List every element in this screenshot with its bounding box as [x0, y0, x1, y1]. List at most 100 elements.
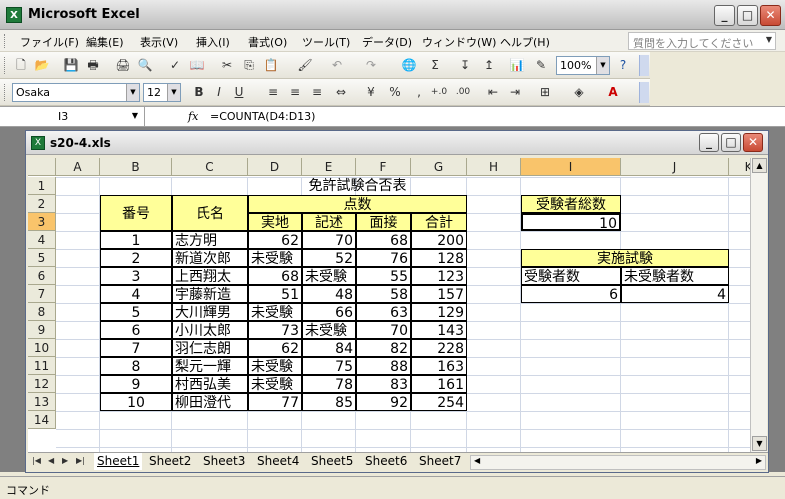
permission-icon[interactable]: 🖶	[84, 56, 102, 74]
scroll-up-icon[interactable]: ▲	[752, 158, 767, 173]
autosum-icon[interactable]: Σ	[426, 56, 444, 74]
cell-b12[interactable]: 9	[100, 375, 172, 393]
decrease-indent-icon[interactable]: ⇤	[484, 83, 502, 101]
cell-g12[interactable]: 161	[411, 375, 467, 393]
cell-c13[interactable]: 柳田澄代	[172, 393, 248, 411]
toolbar-options[interactable]	[639, 82, 649, 103]
hyperlink-icon[interactable]: 🌐	[400, 56, 418, 74]
column-header-j[interactable]: J	[621, 158, 729, 176]
increase-indent-icon[interactable]: ⇥	[506, 83, 524, 101]
exam-not-label[interactable]: 未受験者数	[621, 267, 729, 285]
cell-c7[interactable]: 宇藤新造	[172, 285, 248, 303]
cell-b11[interactable]: 8	[100, 357, 172, 375]
scroll-down-icon[interactable]: ▼	[752, 436, 767, 451]
cell-e8[interactable]: 66	[302, 303, 356, 321]
total-value[interactable]: 10	[521, 213, 621, 232]
cell-d9[interactable]: 73	[248, 321, 302, 339]
column-header-d[interactable]: D	[248, 158, 302, 176]
cell-f11[interactable]: 88	[356, 357, 411, 375]
formula-input[interactable]: =COUNTA(D4:D13)	[210, 110, 315, 123]
cell-e6[interactable]: 未受験	[302, 267, 356, 285]
header-f[interactable]: 面接	[356, 213, 411, 231]
help-icon[interactable]: ?	[614, 56, 632, 74]
cell-c9[interactable]: 小川太郎	[172, 321, 248, 339]
cell-e11[interactable]: 75	[302, 357, 356, 375]
cell-b5[interactable]: 2	[100, 249, 172, 267]
cell-e10[interactable]: 84	[302, 339, 356, 357]
column-header-h[interactable]: H	[467, 158, 521, 176]
decrease-decimal-icon[interactable]: .00	[454, 83, 472, 101]
toolbar-grip[interactable]	[4, 57, 7, 74]
save-icon[interactable]: 💾	[62, 56, 80, 74]
cell-e12[interactable]: 78	[302, 375, 356, 393]
row-header-4[interactable]: 4	[28, 231, 56, 249]
tab-sheet5[interactable]: Sheet5	[308, 453, 356, 470]
cell-c4[interactable]: 志方明	[172, 231, 248, 249]
column-header-k[interactable]: K	[729, 158, 750, 176]
wb-minimize-button[interactable]: _	[699, 133, 719, 152]
column-header-f[interactable]: F	[356, 158, 411, 176]
menu-format[interactable]: 書式(O)	[248, 34, 287, 50]
row-header-5[interactable]: 5	[28, 249, 56, 267]
sort-ascending-icon[interactable]: ↧	[456, 56, 474, 74]
first-sheet-icon[interactable]: |◀	[32, 456, 41, 465]
menu-data[interactable]: データ(D)	[362, 34, 412, 50]
underline-icon[interactable]: U	[230, 83, 248, 101]
tab-sheet3[interactable]: Sheet3	[200, 453, 248, 470]
chevron-down-icon[interactable]: ▼	[132, 111, 138, 120]
cell-e13[interactable]: 85	[302, 393, 356, 411]
menu-view[interactable]: 表示(V)	[140, 34, 178, 50]
cell-c5[interactable]: 新道次郎	[172, 249, 248, 267]
last-sheet-icon[interactable]: ▶|	[76, 456, 85, 465]
align-left-icon[interactable]: ≡	[264, 83, 282, 101]
cell-b4[interactable]: 1	[100, 231, 172, 249]
copy-icon[interactable]: ⎘	[240, 56, 258, 74]
cell-e9[interactable]: 未受験	[302, 321, 356, 339]
exam-not-value[interactable]: 4	[621, 285, 729, 303]
name-box[interactable]: I3 ▼	[0, 107, 145, 126]
cell-f8[interactable]: 63	[356, 303, 411, 321]
cut-icon[interactable]: ✂	[218, 56, 236, 74]
cell-b13[interactable]: 10	[100, 393, 172, 411]
wb-maximize-button[interactable]: □	[721, 133, 741, 152]
cell-f10[interactable]: 82	[356, 339, 411, 357]
zoom-select[interactable]: 100% ▼	[556, 56, 610, 75]
cell-c11[interactable]: 梨元一輝	[172, 357, 248, 375]
cell-g6[interactable]: 123	[411, 267, 467, 285]
prev-sheet-icon[interactable]: ◀	[48, 456, 54, 465]
currency-icon[interactable]: ¥	[362, 83, 380, 101]
percent-icon[interactable]: %	[386, 83, 404, 101]
menu-edit[interactable]: 編集(E)	[86, 34, 124, 50]
tab-sheet6[interactable]: Sheet6	[362, 453, 410, 470]
column-header-a[interactable]: A	[56, 158, 100, 176]
cell-b8[interactable]: 5	[100, 303, 172, 321]
cell-c8[interactable]: 大川輝男	[172, 303, 248, 321]
print-preview-icon[interactable]: 🔍	[136, 56, 154, 74]
row-header-3[interactable]: 3	[28, 213, 56, 231]
comma-icon[interactable]: ,	[410, 83, 428, 101]
cell-d6[interactable]: 68	[248, 267, 302, 285]
tab-sheet7[interactable]: Sheet7	[416, 453, 464, 470]
paste-icon[interactable]: 📋	[262, 56, 280, 74]
row-header-11[interactable]: 11	[28, 357, 56, 375]
undo-icon[interactable]: ↶	[328, 56, 346, 74]
cell-g13[interactable]: 254	[411, 393, 467, 411]
format-painter-icon[interactable]: 🖌	[296, 56, 314, 74]
new-icon[interactable]: 🗋	[12, 56, 30, 74]
cell-d4[interactable]: 62	[248, 231, 302, 249]
cell-g11[interactable]: 163	[411, 357, 467, 375]
font-color-icon[interactable]: A	[604, 83, 622, 101]
scroll-right-icon[interactable]: ▶	[756, 456, 762, 465]
cell-e4[interactable]: 70	[302, 231, 356, 249]
next-sheet-icon[interactable]: ▶	[62, 456, 68, 465]
exam-taken-label[interactable]: 受験者数	[521, 267, 621, 285]
cell-d8[interactable]: 未受験	[248, 303, 302, 321]
cell-b7[interactable]: 4	[100, 285, 172, 303]
toolbar-grip[interactable]	[4, 84, 7, 101]
wb-close-button[interactable]: ✕	[743, 133, 763, 152]
cell-d7[interactable]: 51	[248, 285, 302, 303]
row-header-9[interactable]: 9	[28, 321, 56, 339]
font-size-select[interactable]: 12 ▼	[143, 83, 181, 102]
row-header-1[interactable]: 1	[28, 177, 56, 195]
column-header-e[interactable]: E	[302, 158, 356, 176]
